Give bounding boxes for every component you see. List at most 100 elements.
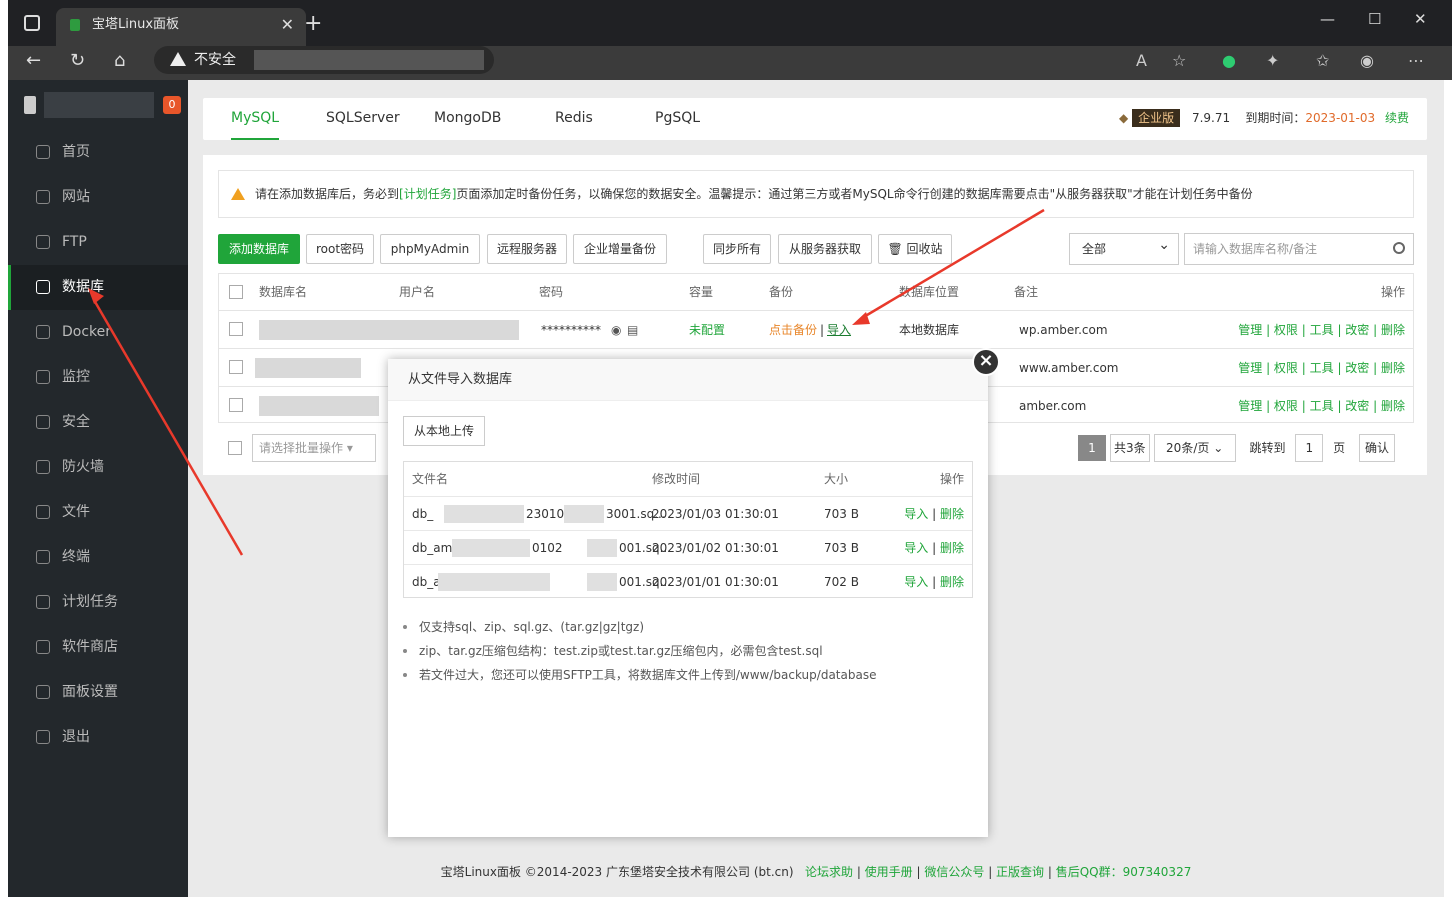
extensions-icon[interactable]: ✦	[1266, 51, 1279, 70]
genuine-check-link[interactable]: 正版查询	[996, 865, 1044, 879]
row-checkbox[interactable]	[229, 360, 243, 374]
wechat-link[interactable]: 微信公众号	[924, 865, 984, 879]
renew-link[interactable]: 续费	[1385, 111, 1409, 125]
import-file-link[interactable]: 导入	[904, 507, 928, 521]
backup-link[interactable]: 点击备份	[769, 311, 817, 349]
sidebar-item[interactable]: FTP	[8, 220, 188, 265]
delete-link[interactable]: 删除	[1381, 361, 1405, 375]
note-value[interactable]: wp.amber.com	[1019, 311, 1108, 349]
note-value[interactable]: amber.com	[1019, 387, 1086, 425]
sidebar-item[interactable]: 退出	[8, 715, 188, 760]
sidebar-item[interactable]: 面板设置	[8, 670, 188, 715]
tab-mysql[interactable]: MySQL	[231, 98, 280, 140]
sidebar-item[interactable]: 文件	[8, 490, 188, 535]
forum-link[interactable]: 论坛求助	[805, 865, 853, 879]
search-icon[interactable]	[1393, 242, 1405, 254]
sidebar-item[interactable]: 防火墙	[8, 445, 188, 490]
category-select[interactable]: 全部	[1069, 230, 1179, 265]
sidebar-item[interactable]: 安全	[8, 400, 188, 445]
import-file-link[interactable]: 导入	[904, 541, 928, 555]
current-page[interactable]: 1	[1078, 435, 1106, 461]
new-tab-icon[interactable]: +	[304, 10, 322, 38]
upload-local-button[interactable]: 从本地上传	[403, 416, 485, 446]
filename-redacted	[587, 539, 617, 557]
tools-link[interactable]: 工具	[1310, 361, 1334, 375]
col-header-user[interactable]: 用户名	[399, 274, 435, 310]
favorite-add-icon[interactable]: ☆	[1172, 51, 1186, 70]
manual-link[interactable]: 使用手册	[865, 865, 913, 879]
browser-tab[interactable]: 宝塔Linux面板 ✕	[56, 8, 306, 46]
search-input[interactable]: 请输入数据库名称/备注	[1184, 233, 1414, 265]
perm-link[interactable]: 权限	[1274, 323, 1298, 337]
close-dialog-icon[interactable]: ×	[972, 348, 1000, 376]
per-page-select[interactable]: 20条/页 ⌄	[1153, 434, 1236, 462]
row-checkbox[interactable]	[229, 322, 243, 336]
account-redacted[interactable]	[44, 92, 154, 118]
capacity-value[interactable]: 未配置	[689, 311, 725, 349]
import-file-link[interactable]: 导入	[904, 575, 928, 589]
url-field[interactable]: 不安全	[154, 46, 494, 74]
get-from-server-button[interactable]: 从服务器获取	[778, 234, 872, 264]
close-tab-icon[interactable]: ✕	[281, 8, 294, 42]
sidebar-item[interactable]: 软件商店	[8, 625, 188, 670]
manage-link[interactable]: 管理	[1238, 361, 1262, 375]
sidebar-item[interactable]: 数据库	[8, 265, 188, 310]
goto-input[interactable]: 1	[1295, 434, 1324, 462]
batch-checkbox[interactable]	[228, 441, 242, 455]
incremental-backup-button[interactable]: 企业增量备份	[573, 234, 667, 264]
change-password-link[interactable]: 改密	[1345, 323, 1369, 337]
note-value[interactable]: www.amber.com	[1019, 349, 1118, 387]
home-icon[interactable]: ⌂	[114, 50, 125, 71]
sidebar-item[interactable]: Docker	[8, 310, 188, 355]
copy-icon[interactable]: ▤	[627, 311, 638, 349]
delete-link[interactable]: 删除	[1381, 399, 1405, 413]
favorites-icon[interactable]: ✩	[1316, 51, 1329, 70]
profile-icon[interactable]: ◉	[1360, 51, 1374, 70]
sync-all-button[interactable]: 同步所有	[703, 234, 771, 264]
notification-badge[interactable]: 0	[163, 96, 181, 114]
tab-pgsql[interactable]: PgSQL	[655, 98, 700, 140]
remote-server-button[interactable]: 远程服务器	[487, 234, 567, 264]
cron-link[interactable]: [计划任务]	[399, 187, 456, 201]
manage-link[interactable]: 管理	[1238, 323, 1262, 337]
extension-icon[interactable]: ●	[1222, 51, 1236, 70]
tools-link[interactable]: 工具	[1310, 323, 1334, 337]
delete-file-link[interactable]: 删除	[940, 507, 964, 521]
sidebar-toggle-icon[interactable]	[24, 15, 40, 31]
row-checkbox[interactable]	[229, 398, 243, 412]
delete-link[interactable]: 删除	[1381, 323, 1405, 337]
root-password-button[interactable]: root密码	[306, 234, 374, 264]
batch-select[interactable]: 请选择批量操作 ▾	[252, 434, 376, 462]
tab-sqlserver[interactable]: SQLServer	[326, 98, 400, 140]
show-password-icon[interactable]: ◉	[611, 311, 621, 349]
phpmyadmin-button[interactable]: phpMyAdmin	[380, 234, 480, 264]
tab-redis[interactable]: Redis	[555, 98, 593, 140]
sidebar-item[interactable]: 网站	[8, 175, 188, 220]
tools-link[interactable]: 工具	[1310, 399, 1334, 413]
more-icon[interactable]: ⋯	[1408, 51, 1424, 70]
maximize-icon[interactable]: ☐	[1368, 10, 1381, 28]
sidebar-item[interactable]: 计划任务	[8, 580, 188, 625]
refresh-icon[interactable]: ↻	[70, 50, 85, 71]
delete-file-link[interactable]: 删除	[940, 541, 964, 555]
sidebar-item[interactable]: 终端	[8, 535, 188, 580]
qq-group-link[interactable]: 售后QQ群：907340327	[1056, 865, 1192, 879]
sidebar-item[interactable]: 首页	[8, 130, 188, 175]
perm-link[interactable]: 权限	[1274, 361, 1298, 375]
perm-link[interactable]: 权限	[1274, 399, 1298, 413]
close-window-icon[interactable]: ✕	[1414, 10, 1427, 28]
goto-confirm-button[interactable]: 确认	[1359, 434, 1395, 462]
delete-file-link[interactable]: 删除	[940, 575, 964, 589]
manage-link[interactable]: 管理	[1238, 399, 1262, 413]
read-aloud-icon[interactable]: A	[1136, 51, 1147, 70]
back-icon[interactable]: ←	[26, 50, 41, 71]
import-link[interactable]: 导入	[827, 311, 851, 349]
change-password-link[interactable]: 改密	[1345, 399, 1369, 413]
add-database-button[interactable]: 添加数据库	[218, 234, 300, 264]
select-all-checkbox[interactable]	[229, 285, 243, 299]
minimize-icon[interactable]: —	[1320, 10, 1335, 28]
tab-mongodb[interactable]: MongoDB	[434, 98, 501, 140]
sidebar-item[interactable]: 监控	[8, 355, 188, 400]
recycle-bin-button[interactable]: 🗑 回收站	[878, 234, 952, 264]
change-password-link[interactable]: 改密	[1345, 361, 1369, 375]
